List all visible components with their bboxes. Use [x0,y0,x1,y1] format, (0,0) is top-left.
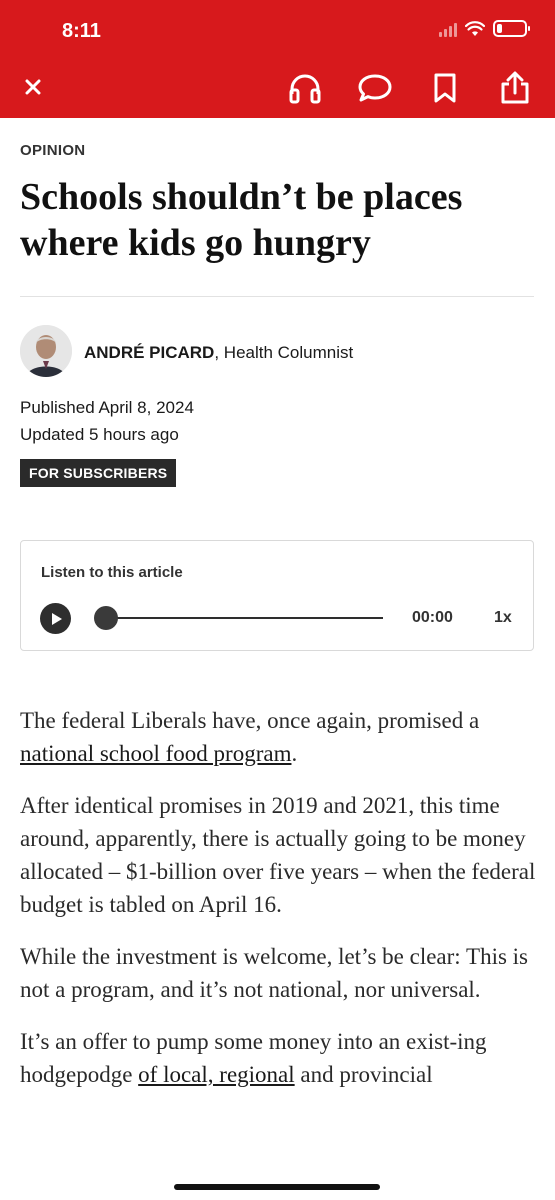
updated-date: Updated 5 hours ago [20,425,179,444]
byline: ANDRÉ PICARD, Health Columnist [84,343,353,363]
bookmark-icon [434,73,456,103]
wifi-icon [465,20,485,36]
audio-time: 00:00 [412,609,453,626]
close-button[interactable] [20,74,46,100]
close-icon [25,79,41,95]
status-time: 8:11 [62,20,101,42]
play-button[interactable] [40,603,71,634]
cellular-signal-icon [439,21,457,37]
comment-icon [358,74,392,102]
local-regional-link[interactable]: of local, regional [138,1062,294,1087]
share-icon [501,71,529,104]
audio-player-label: Listen to this article [41,564,183,581]
status-icons [439,20,530,37]
author-avatar[interactable] [20,325,72,377]
battery-icon [493,20,530,37]
published-date: Published April 8, 2024 [20,398,194,417]
listen-button[interactable] [287,70,323,106]
author-photo-icon [20,325,72,377]
article-headline: Schools shouldn’t be places where kids g… [20,176,463,264]
subscribers-badge: FOR SUBSCRIBERS [20,459,177,487]
home-indicator[interactable] [174,1184,380,1190]
comments-button[interactable] [357,70,393,106]
author-role: , Health Columnist [214,343,354,362]
paragraph: It’s an offer to pump some money into an… [20,1029,487,1087]
paragraph: While the investment is welcome, let’s b… [20,944,528,1002]
paragraph: The federal Liberals have, once again, p… [20,708,480,766]
divider [20,296,534,297]
playback-speed-button[interactable]: 1x [494,609,512,627]
section-label[interactable]: OPINION [20,142,85,159]
audio-progress-handle[interactable] [94,606,118,630]
headphones-icon [289,74,321,104]
audio-progress-track[interactable] [97,617,383,619]
national-school-food-program-link[interactable]: national school food program [20,741,291,766]
save-button[interactable] [427,70,463,106]
audio-player: Listen to this article 00:00 1x [20,540,534,651]
share-button[interactable] [497,70,533,106]
article-dates: Published April 8, 2024 Updated 5 hours … [20,394,194,448]
app-header: 8:11 [0,0,555,118]
paragraph: After identical promises in 2019 and 202… [20,793,536,917]
article-body: The federal Liberals have, once again, p… [20,704,538,1110]
author-name[interactable]: ANDRÉ PICARD [84,343,214,362]
play-icon [51,612,62,625]
